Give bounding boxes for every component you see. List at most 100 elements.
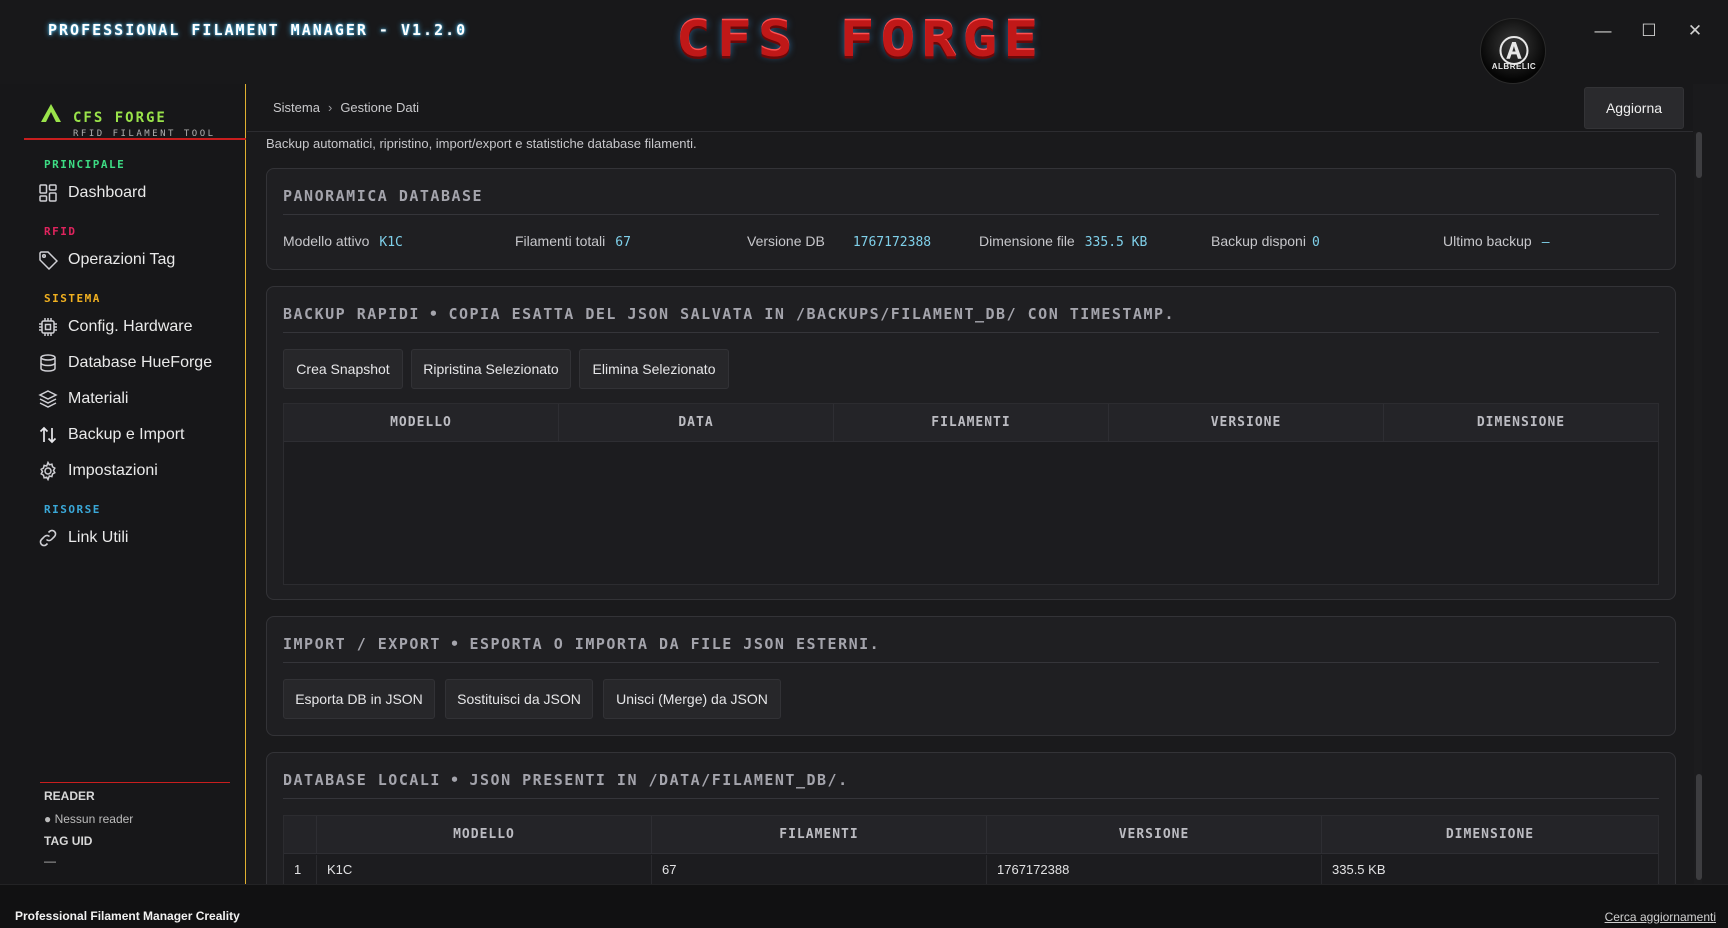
replace-from-json-button[interactable]: Sostituisci da JSON: [445, 679, 593, 719]
database-icon: [40, 354, 56, 372]
layers-icon: [38, 390, 58, 408]
row-index: 1: [284, 855, 317, 885]
card-subtitle: ESPORTA O IMPORTA DA FILE JSON ESTERNI.: [469, 635, 881, 653]
restore-selected-button[interactable]: Ripristina Selezionato: [411, 349, 571, 389]
app-title: PROFESSIONAL FILAMENT MANAGER - V1.2.0: [48, 21, 468, 39]
reader-divider: [40, 782, 230, 783]
section-label-risorse: RISORSE: [44, 503, 101, 516]
sidebar-item-link-utili[interactable]: Link Utili: [24, 521, 238, 555]
merge-from-json-button[interactable]: Unisci (Merge) da JSON: [603, 679, 781, 719]
tag-icon: [39, 251, 58, 270]
sidebar-item-operazioni-tag[interactable]: Operazioni Tag: [24, 243, 238, 277]
transfer-icon: [39, 426, 57, 444]
card-title: PANORAMICA DATABASE: [283, 187, 1659, 215]
cell-dimensione: 335.5 KB: [1332, 862, 1386, 877]
stat-active-model: Modello attivo K1C: [283, 233, 403, 250]
sidebar-item-label: Dashboard: [68, 184, 147, 201]
chip-icon: [39, 318, 57, 336]
sidebar-item-label: Backup e Import: [68, 426, 185, 443]
page-description: Backup automatici, ripristino, import/ex…: [266, 136, 697, 151]
close-button[interactable]: ✕: [1672, 14, 1718, 48]
cell-modello: K1C: [317, 855, 652, 885]
sidebar-brand: CFS FORGE RFID FILAMENT TOOL: [24, 96, 246, 140]
scrollbar-track[interactable]: [1694, 132, 1702, 884]
stat-db-version: Versione DB 1767172388: [747, 233, 932, 250]
backup-table[interactable]: MODELLO DATA FILAMENTI VERSIONE DIMENSIO…: [283, 403, 1659, 585]
minimize-button[interactable]: —: [1580, 14, 1626, 48]
column-header-modello[interactable]: MODELLO: [317, 816, 652, 854]
section-label-sistema: SISTEMA: [44, 292, 101, 305]
stat-file-size: Dimensione file 335.5 KB: [979, 233, 1148, 250]
stat-backups-available: Backup disponi 0: [1211, 233, 1320, 250]
sidebar: CFS FORGE RFID FILAMENT TOOL PRINCIPALE …: [0, 84, 246, 884]
card-title: IMPORT / EXPORT • ESPORTA O IMPORTA DA FIL…: [283, 635, 1659, 663]
create-snapshot-button[interactable]: Crea Snapshot: [283, 349, 403, 389]
maximize-button[interactable]: ☐: [1626, 14, 1672, 48]
reader-status: ● Nessun reader: [44, 812, 134, 826]
sidebar-item-backup-import[interactable]: Backup e Import: [24, 418, 238, 452]
sidebar-brand-subtitle: RFID FILAMENT TOOL: [73, 129, 216, 139]
cell-filamenti: 67: [652, 855, 987, 885]
card-title: BACKUP RAPIDI • COPIA ESATTA DEL JSON SALV…: [283, 305, 1659, 333]
stat-last-backup: Ultimo backup —: [1443, 233, 1550, 250]
title-bar: PROFESSIONAL FILAMENT MANAGER - V1.2.0 C…: [0, 0, 1728, 84]
import-export-card: IMPORT / EXPORT • ESPORTA O IMPORTA DA FIL…: [266, 616, 1676, 736]
sidebar-item-dashboard[interactable]: Dashboard: [24, 176, 238, 210]
stat-total-filaments: Filamenti totali 67: [515, 233, 631, 250]
scrollbar-thumb[interactable]: [1696, 132, 1702, 178]
cell-versione: 1767172388: [987, 855, 1322, 885]
table-header: MODELLO FILAMENTI VERSIONE DIMENSIONE: [284, 816, 1658, 854]
column-header-modello[interactable]: MODELLO: [284, 404, 559, 442]
section-label-principale: PRINCIPALE: [44, 158, 126, 171]
main-header: Sistema › Gestione Dati Aggiorna: [247, 84, 1693, 132]
avatar[interactable]: Ⓐ ALBRELIC: [1480, 18, 1546, 84]
check-updates-link[interactable]: Cerca aggiornamenti: [1605, 910, 1716, 924]
column-header-versione[interactable]: VERSIONE: [987, 816, 1322, 854]
quick-backup-card: BACKUP RAPIDI • COPIA ESATTA DEL JSON SALV…: [266, 286, 1676, 600]
sidebar-item-label: Operazioni Tag: [68, 251, 176, 268]
status-bar: Professional Filament Manager Creality C…: [0, 884, 1728, 928]
reader-title: READER: [44, 789, 95, 803]
local-databases-card: DATABASE LOCALI • JSON PRESENTI IN /DATA/F…: [266, 752, 1676, 902]
tag-uid-value: —: [44, 854, 56, 868]
export-json-button[interactable]: Esporta DB in JSON: [283, 679, 435, 719]
column-header-filamenti[interactable]: FILAMENTI: [834, 404, 1109, 442]
sidebar-item-database-hueforge[interactable]: Database HueForge: [24, 346, 238, 380]
database-overview-card: PANORAMICA DATABASE Modello attivo K1C Fi…: [266, 168, 1676, 270]
sidebar-item-config-hardware[interactable]: Config. Hardware: [24, 310, 238, 344]
column-header-versione[interactable]: VERSIONE: [1109, 404, 1384, 442]
avatar-label: ALBRELIC: [1491, 62, 1537, 71]
column-header-index: [284, 816, 317, 854]
link-icon: [39, 529, 57, 547]
section-label-rfid: RFID: [44, 225, 77, 238]
sidebar-brand-name: CFS FORGE: [73, 110, 167, 126]
column-header-data[interactable]: DATA: [559, 404, 834, 442]
sidebar-item-label: Database HueForge: [68, 354, 213, 371]
column-header-dimensione[interactable]: DIMENSIONE: [1322, 816, 1658, 854]
sidebar-item-label: Impostazioni: [68, 462, 158, 479]
delete-selected-button[interactable]: Elimina Selezionato: [579, 349, 729, 389]
card-subtitle: COPIA ESATTA DEL JSON SALVATA IN /BACKUP…: [448, 305, 1176, 323]
refresh-button[interactable]: Aggiorna: [1584, 87, 1684, 129]
sidebar-item-materiali[interactable]: Materiali: [24, 382, 238, 416]
dashboard-icon: [39, 184, 57, 202]
sidebar-item-impostazioni[interactable]: Impostazioni: [24, 454, 238, 488]
column-header-dimensione[interactable]: DIMENSIONE: [1384, 404, 1658, 442]
breadcrumb-separator: ›: [327, 100, 333, 115]
forge-logo-icon: [41, 104, 61, 122]
sidebar-item-label: Materiali: [68, 390, 129, 407]
breadcrumb: Sistema › Gestione Dati: [273, 100, 419, 115]
status-app-name: Professional Filament Manager Creality: [15, 909, 240, 923]
breadcrumb-item-gestione-dati: Gestione Dati: [340, 100, 420, 115]
scrollbar-thumb-lower[interactable]: [1696, 774, 1702, 880]
card-subtitle: JSON PRESENTI IN /DATA/FILAMENT_DB/.: [469, 771, 849, 789]
gear-icon: [40, 461, 56, 481]
table-header: MODELLO DATA FILAMENTI VERSIONE DIMENSIO…: [284, 404, 1658, 442]
cfs-forge-logo: CFS FORGE: [675, 10, 1045, 68]
tag-uid-title: TAG UID: [44, 834, 93, 848]
card-title: DATABASE LOCALI • JSON PRESENTI IN /DATA/F…: [283, 771, 1659, 799]
column-header-filamenti[interactable]: FILAMENTI: [652, 816, 987, 854]
sidebar-item-label: Config. Hardware: [68, 318, 193, 335]
breadcrumb-item-sistema[interactable]: Sistema: [273, 100, 320, 115]
sidebar-item-label: Link Utili: [68, 529, 129, 546]
